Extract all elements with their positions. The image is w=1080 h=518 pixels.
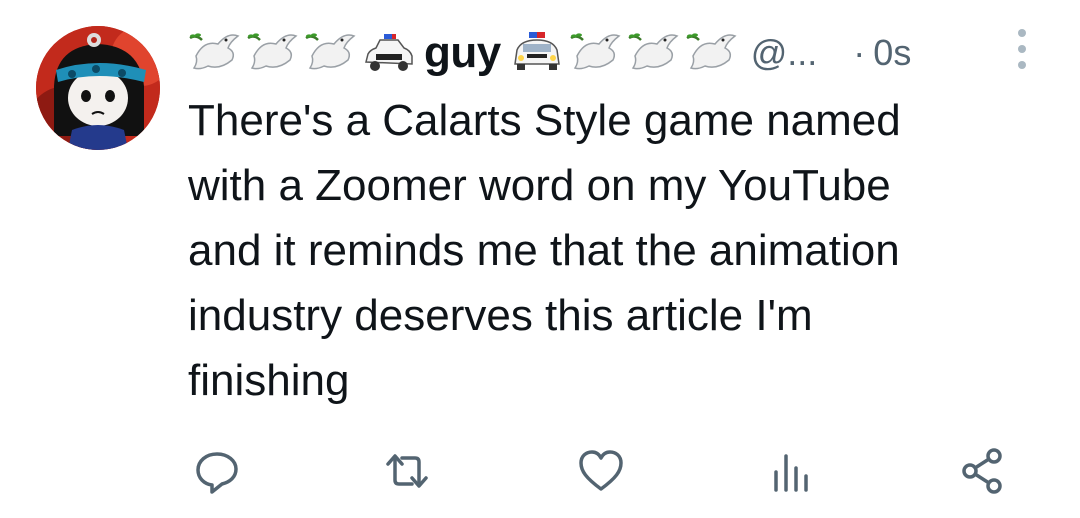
tweet-header: guy @... · 0s <box>186 22 1046 84</box>
views-button[interactable] <box>766 446 816 496</box>
views-icon <box>774 454 808 492</box>
dove-icon <box>683 26 739 80</box>
tweet-text: There's a Calarts Style game named with … <box>188 96 901 405</box>
dove-icon <box>567 26 623 80</box>
dove-icon <box>244 26 300 80</box>
share-button[interactable] <box>958 446 1008 496</box>
reply-icon <box>196 452 238 494</box>
cartoon-character-avatar-icon <box>36 26 160 150</box>
police-car-icon <box>360 26 416 80</box>
display-name[interactable]: guy <box>424 28 501 78</box>
heart-icon <box>579 450 623 491</box>
author-handle[interactable]: @... <box>751 32 818 74</box>
more-vertical-icon <box>1018 29 1026 69</box>
oncoming-police-car-icon <box>509 26 565 80</box>
share-icon <box>962 448 1002 494</box>
tweet-card[interactable]: guy @... · 0s There's a Calarts Style ga… <box>0 0 1080 518</box>
retweet-icon <box>386 454 428 488</box>
avatar[interactable] <box>36 26 160 150</box>
separator-dot: · <box>853 32 866 73</box>
more-options-button[interactable] <box>1008 26 1036 72</box>
like-button[interactable] <box>576 446 626 496</box>
retweet-button[interactable] <box>382 446 432 496</box>
dove-icon <box>186 26 242 80</box>
timestamp[interactable]: 0s <box>873 32 911 74</box>
action-bar <box>0 440 1080 500</box>
dove-icon <box>625 26 681 80</box>
name-emoji-after <box>509 26 741 80</box>
dove-icon <box>302 26 358 80</box>
name-emoji-before <box>186 26 418 80</box>
reply-button[interactable] <box>192 446 242 496</box>
